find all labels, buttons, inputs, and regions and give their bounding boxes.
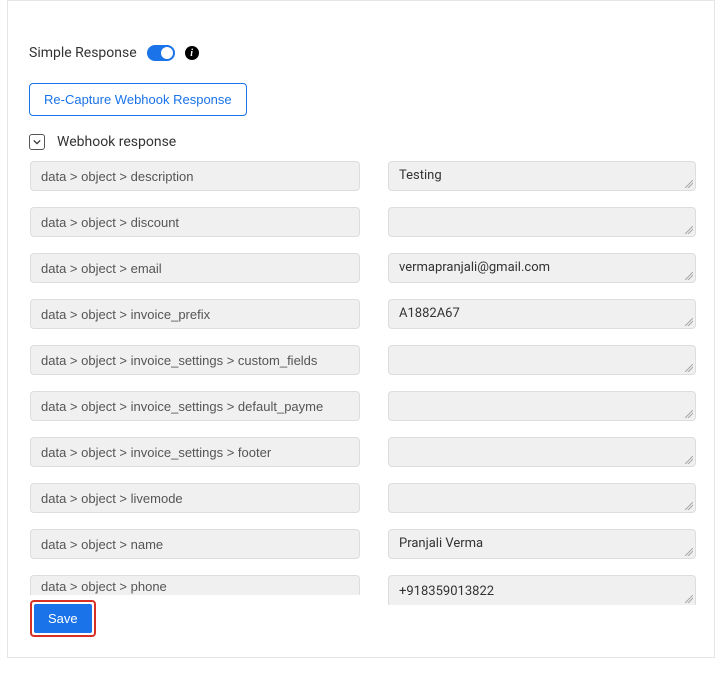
simple-response-toggle[interactable] [147, 45, 175, 61]
field-row [30, 207, 696, 237]
path-input[interactable] [30, 529, 360, 559]
path-input[interactable] [30, 161, 360, 191]
form-panel: Simple Response i Re-Capture Webhook Res… [7, 0, 715, 658]
simple-response-label: Simple Response [29, 45, 137, 61]
simple-response-header: Simple Response i [26, 45, 696, 61]
path-input[interactable] [30, 299, 360, 329]
field-row: Pranjali Verma [30, 529, 696, 559]
value-textarea[interactable]: A1882A67 [388, 299, 696, 329]
path-input[interactable] [30, 207, 360, 237]
path-input[interactable] [30, 345, 360, 375]
field-row [30, 483, 696, 513]
fields-list: Testing vermapranjali@gmail.com A1882A67 [30, 161, 696, 621]
value-textarea[interactable] [388, 207, 696, 237]
value-textarea[interactable]: vermapranjali@gmail.com [388, 253, 696, 283]
field-row: +918359013822 [30, 575, 696, 605]
field-row: vermapranjali@gmail.com [30, 253, 696, 283]
save-highlight: Save [30, 600, 96, 637]
path-input[interactable] [30, 391, 360, 421]
field-row [30, 437, 696, 467]
value-textarea[interactable] [388, 391, 696, 421]
value-textarea[interactable] [388, 345, 696, 375]
path-input[interactable] [30, 437, 360, 467]
recapture-webhook-button[interactable]: Re-Capture Webhook Response [29, 83, 247, 116]
value-textarea[interactable]: Testing [388, 161, 696, 191]
value-textarea[interactable] [388, 483, 696, 513]
section-title: Webhook response [57, 134, 176, 150]
webhook-response-section: Webhook response [26, 134, 696, 150]
info-icon[interactable]: i [185, 46, 199, 60]
save-button[interactable]: Save [34, 604, 92, 633]
field-row [30, 391, 696, 421]
path-input[interactable] [30, 575, 360, 595]
field-row: Testing [30, 161, 696, 191]
chevron-down-icon[interactable] [29, 134, 45, 150]
value-textarea[interactable]: Pranjali Verma [388, 529, 696, 559]
field-row: A1882A67 [30, 299, 696, 329]
value-textarea[interactable]: +918359013822 [388, 575, 696, 605]
path-input[interactable] [30, 483, 360, 513]
field-row [30, 345, 696, 375]
value-textarea[interactable] [388, 437, 696, 467]
path-input[interactable] [30, 253, 360, 283]
